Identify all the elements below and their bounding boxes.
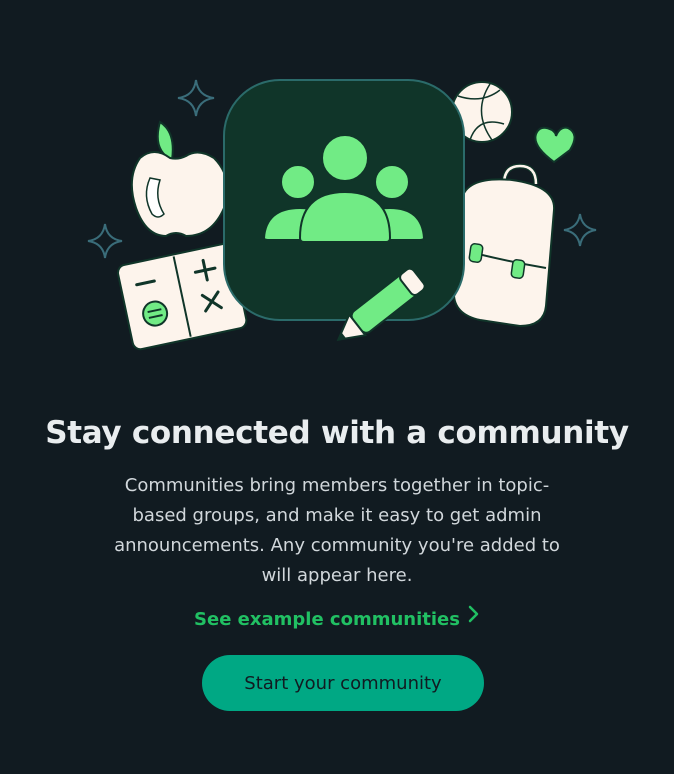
member-head-left — [280, 164, 316, 200]
page-title: Stay connected with a community — [45, 415, 629, 451]
sparkle-icon — [87, 223, 123, 259]
community-illustration — [87, 79, 597, 351]
apple-icon — [130, 120, 229, 238]
backpack-icon — [452, 163, 556, 328]
chevron-right-icon — [468, 603, 480, 633]
see-example-communities-link[interactable]: See example communities — [0, 605, 674, 635]
heart-icon — [534, 126, 576, 164]
sparkle-icon — [563, 213, 597, 247]
community-tile — [223, 79, 465, 321]
member-head-right — [374, 164, 410, 200]
page-description: Communities bring members together in to… — [114, 475, 560, 586]
start-community-button[interactable]: Start your community — [202, 655, 484, 711]
sparkle-icon — [177, 79, 215, 117]
link-label: See example communities — [194, 609, 460, 630]
member-head-center — [321, 134, 369, 182]
